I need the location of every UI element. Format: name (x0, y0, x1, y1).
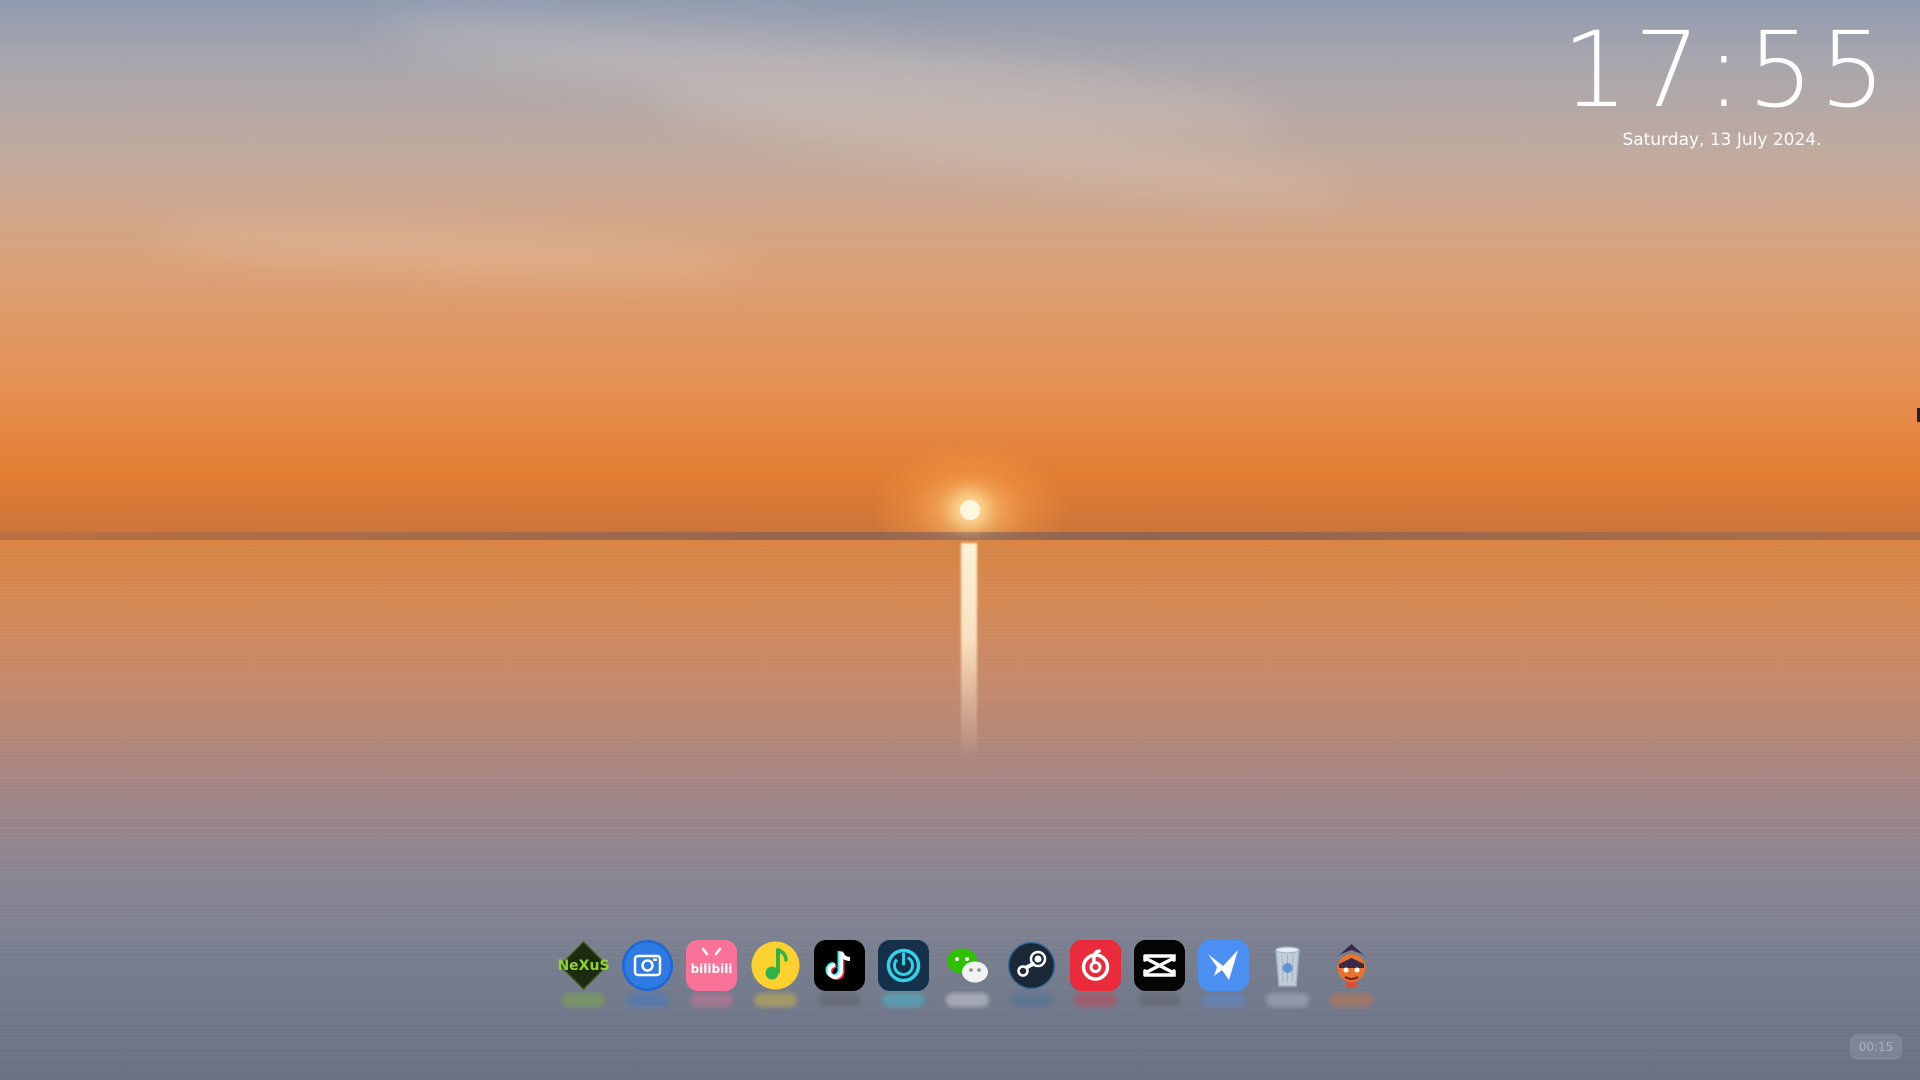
dock-item-netease-music[interactable] (1070, 940, 1121, 1007)
sun (960, 500, 980, 520)
game-character-icon (1326, 940, 1377, 991)
bilibili-icon: bilibili (686, 940, 737, 991)
paper-plane-icon (1198, 940, 1249, 991)
nexus-reflection (562, 993, 605, 1007)
dock-item-screenshot[interactable] (622, 940, 673, 1007)
trash-icon (1262, 940, 1313, 991)
sun-reflection (961, 543, 977, 758)
tiktok-icon (814, 940, 865, 991)
game-reflection (1330, 993, 1373, 1007)
dock-item-tiktok[interactable] (814, 940, 865, 1007)
dock-item-power-app[interactable] (878, 940, 929, 1007)
dock-item-game[interactable] (1326, 940, 1377, 1007)
trash-reflection (1266, 993, 1309, 1007)
clock-widget: 17:55 Saturday, 13 July 2024. (1562, 9, 1892, 150)
bilibili-logo-text: bilibili (691, 962, 733, 976)
steam-reflection (1010, 993, 1053, 1007)
horizon-land (0, 532, 1920, 540)
dock-item-capcut[interactable] (1134, 940, 1185, 1007)
dock-item-trash[interactable] (1262, 940, 1313, 1007)
bilibili-reflection (690, 993, 733, 1007)
capcut-icon (1134, 940, 1185, 991)
netease-music-icon (1070, 940, 1121, 991)
clock-time: 17:55 (1562, 9, 1892, 131)
dock-item-nexus[interactable]: NeXuS (558, 940, 609, 1007)
nexus-icon: NeXuS (558, 940, 609, 991)
desktop: 17:55 Saturday, 13 July 2024. NeXuS bili… (0, 0, 1920, 1080)
music-note-icon (750, 940, 801, 991)
capcut-reflection (1138, 993, 1181, 1007)
wechat-icon (942, 940, 993, 991)
qq-music-reflection (754, 993, 797, 1007)
dock: NeXuS bilibili (558, 940, 1377, 1007)
dock-item-steam[interactable] (1006, 940, 1057, 1007)
nexus-logo-text: NeXuS (558, 958, 609, 974)
power-app-reflection (882, 993, 925, 1007)
steam-icon (1006, 940, 1057, 991)
clock-date: Saturday, 13 July 2024. (1622, 130, 1822, 150)
dock-item-feishu[interactable] (1198, 940, 1249, 1007)
power-ring-icon (878, 940, 929, 991)
feishu-reflection (1202, 993, 1245, 1007)
dock-item-bilibili[interactable]: bilibili (686, 940, 737, 1007)
dock-item-wechat[interactable] (942, 940, 993, 1007)
tiktok-reflection (818, 993, 861, 1007)
watermark-badge: 00:15 (1850, 1034, 1902, 1060)
camera-icon (622, 940, 673, 991)
screenshot-reflection (626, 993, 669, 1007)
dock-item-qq-music[interactable] (750, 940, 801, 1007)
wechat-reflection (946, 993, 989, 1007)
netease-music-reflection (1074, 993, 1117, 1007)
